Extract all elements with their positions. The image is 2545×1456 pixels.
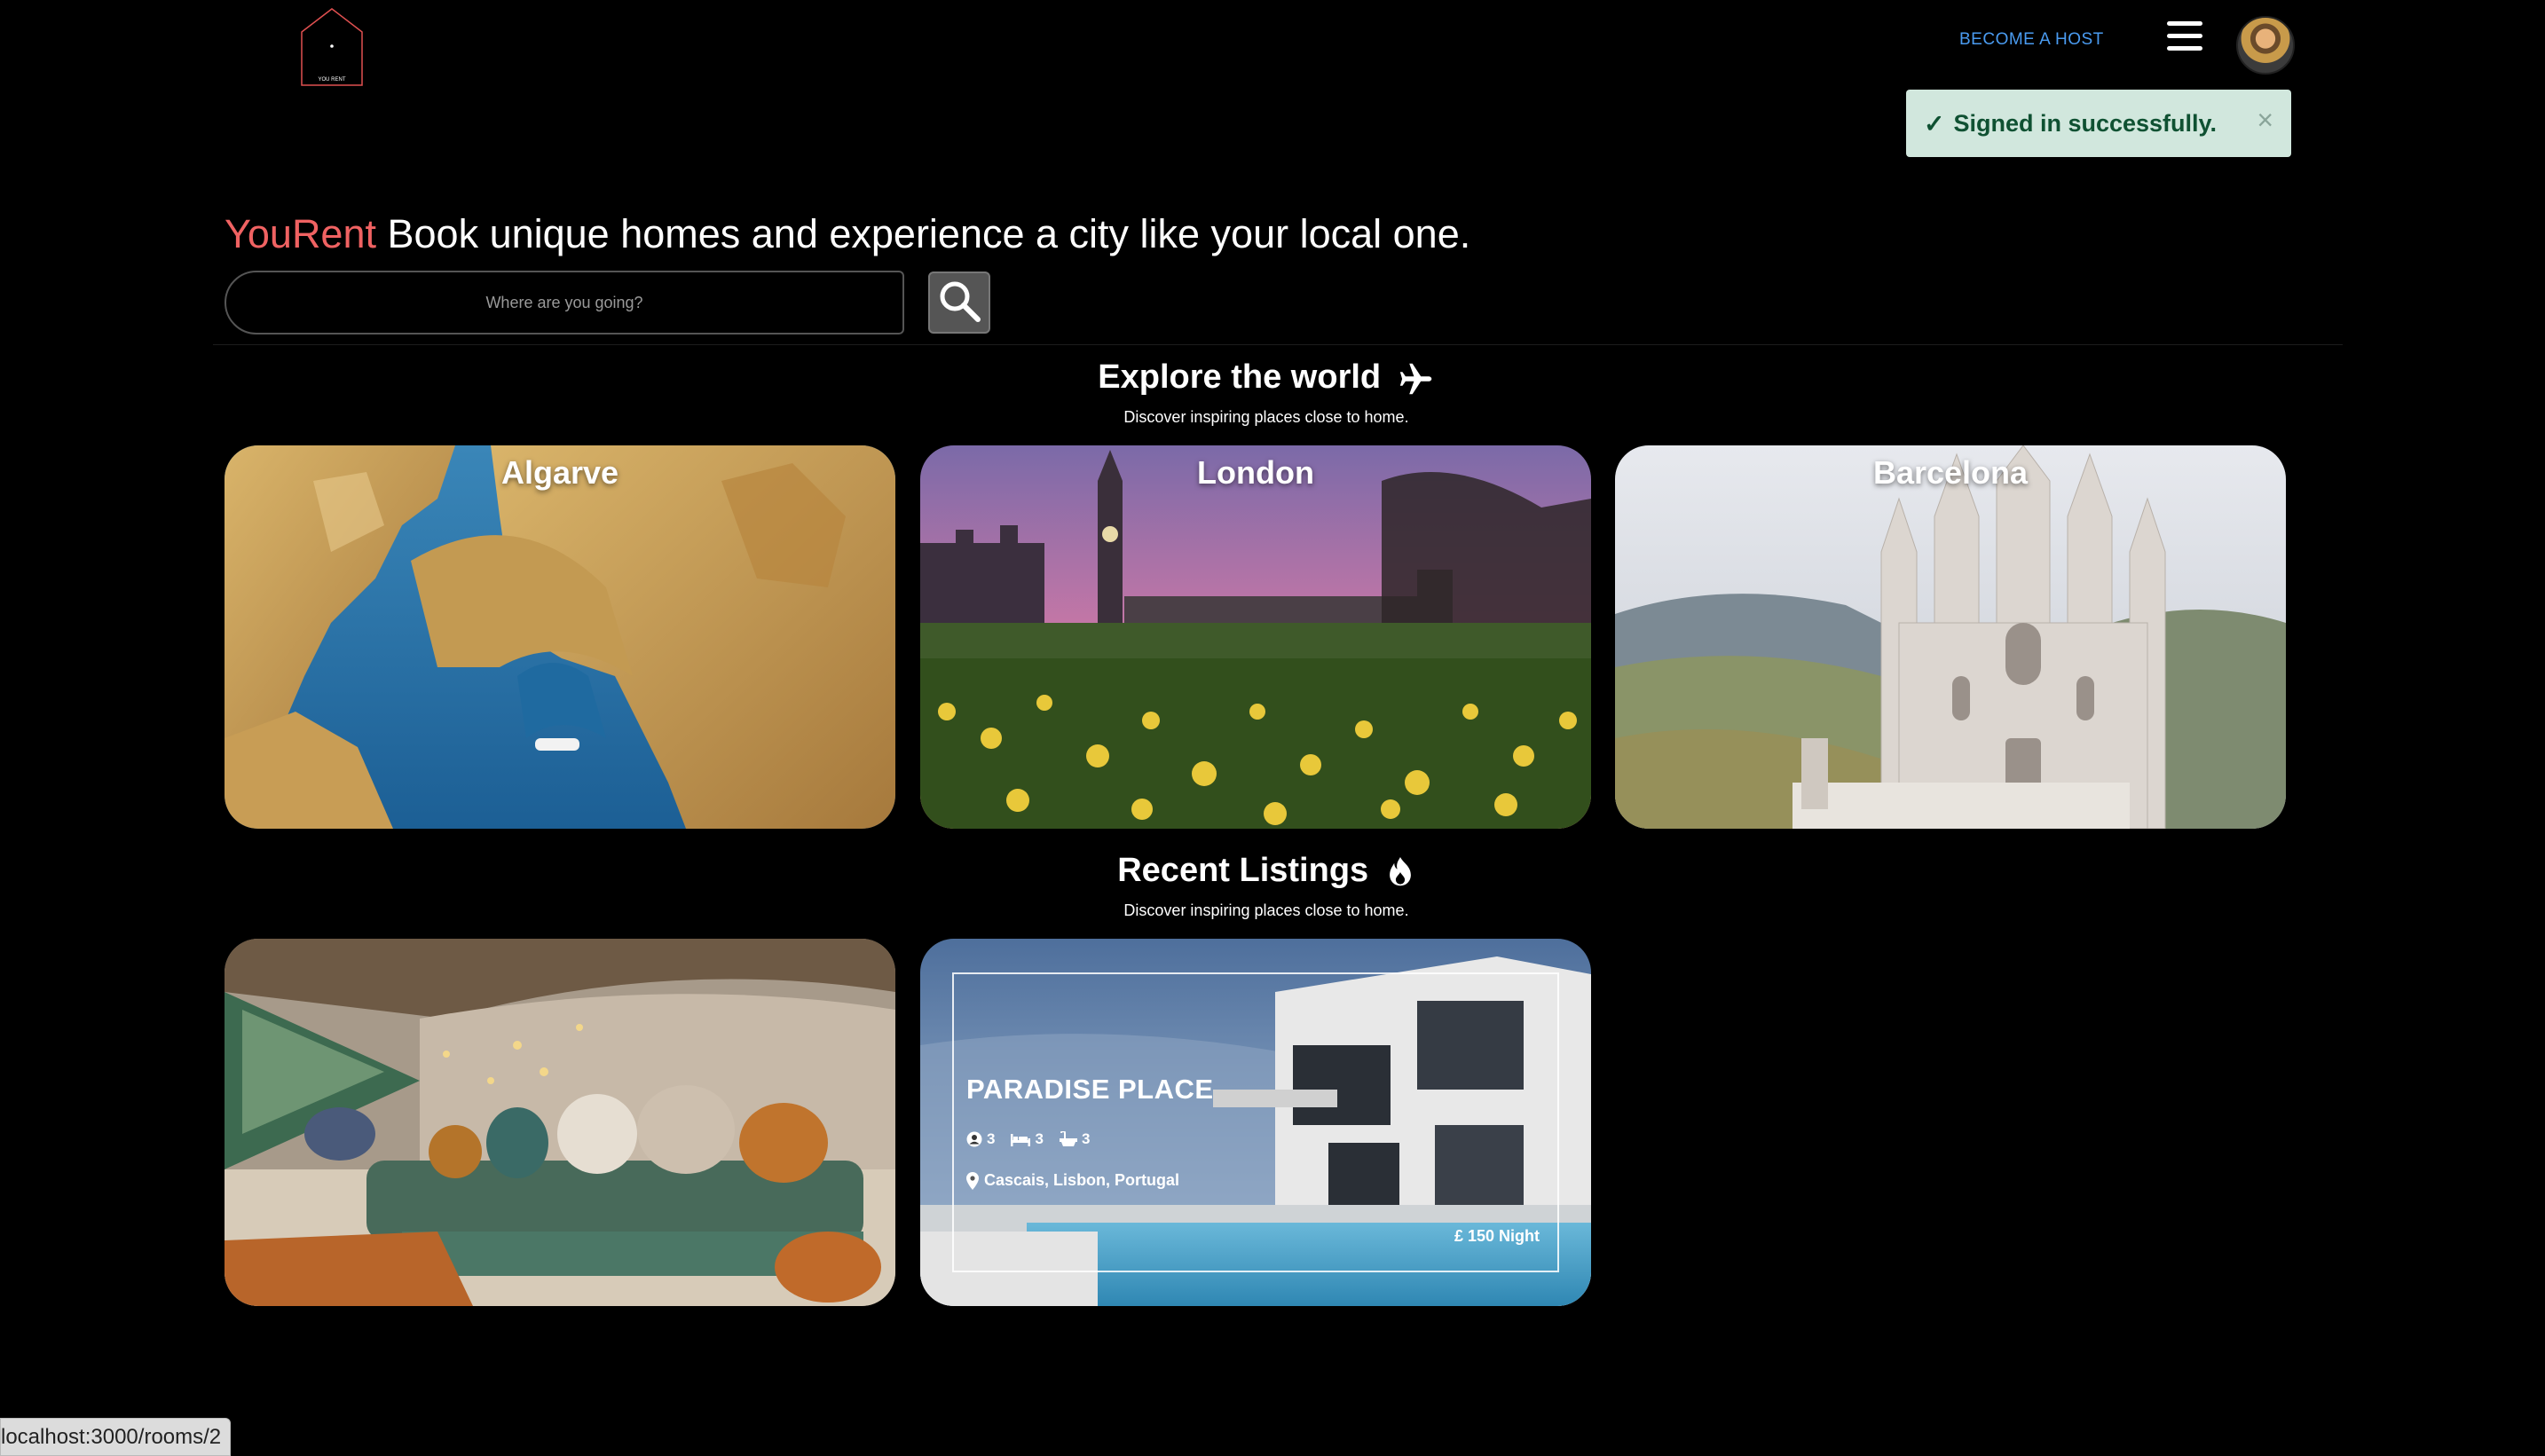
- city-name: London: [1197, 454, 1314, 491]
- user-avatar[interactable]: [2236, 16, 2295, 75]
- city-name: Barcelona: [1872, 454, 2029, 491]
- baths-stat: 3: [1059, 1130, 1091, 1148]
- recent-title-text: Recent Listings: [1117, 852, 1369, 889]
- bath-icon: [1059, 1131, 1077, 1146]
- city-name: Algarve: [500, 454, 619, 491]
- guests-count: 3: [987, 1130, 996, 1147]
- search-input[interactable]: [225, 271, 904, 334]
- recent-subtitle: Discover inspiring places close to home.: [1123, 901, 1409, 919]
- hero-title: YouRent Book unique homes and experience…: [225, 211, 1470, 257]
- recent-title: Recent Listings: [0, 852, 2533, 890]
- guests-stat: 3: [966, 1130, 995, 1148]
- boho-living-room-image: [225, 939, 895, 1306]
- map-pin-icon: [966, 1171, 979, 1190]
- check-icon: ✓: [1924, 109, 1945, 138]
- signin-toast: ✓ Signed in successfully. ×: [1906, 90, 2291, 157]
- airplane-icon: [1399, 363, 1431, 395]
- beds-count: 3: [1035, 1130, 1044, 1147]
- explore-title: Explore the world: [0, 358, 2533, 397]
- search-icon: [940, 281, 981, 322]
- city-card-london[interactable]: London: [920, 445, 1591, 829]
- listing-price: £ 150 Night: [1454, 1227, 1540, 1245]
- london-image: [920, 445, 1591, 829]
- barcelona-image: [1615, 445, 2286, 829]
- hero-tagline: Book unique homes and experience a city …: [376, 211, 1471, 256]
- browser-status-url: localhost:3000/rooms/2: [0, 1418, 232, 1456]
- section-divider: [213, 344, 2343, 345]
- listing-card-2[interactable]: PARADISE PLACE 3 3 3 Cascais, Lisbon, Po…: [920, 939, 1591, 1306]
- toast-close-icon[interactable]: ×: [2257, 104, 2273, 137]
- algarve-image: [225, 445, 895, 829]
- baths-count: 3: [1081, 1130, 1091, 1147]
- fire-icon: [1389, 856, 1411, 886]
- toast-message: Signed in successfully.: [1953, 109, 2218, 137]
- brand-name: YouRent: [225, 211, 376, 256]
- location-text: Cascais, Lisbon, Portugal: [984, 1171, 1180, 1189]
- city-card-barcelona[interactable]: Barcelona: [1615, 445, 2286, 829]
- hamburger-icon[interactable]: [2167, 21, 2202, 51]
- logo[interactable]: YOU RENT: [300, 7, 364, 87]
- house-logo-icon: YOU RENT: [301, 8, 363, 86]
- explore-subtitle: Discover inspiring places close to home.: [1123, 408, 1409, 426]
- bed-icon: [1011, 1134, 1031, 1146]
- beds-stat: 3: [1011, 1130, 1044, 1148]
- listing-card-1[interactable]: [225, 939, 895, 1306]
- listing-location: Cascais, Lisbon, Portugal: [966, 1171, 1179, 1190]
- search-button[interactable]: [928, 272, 990, 334]
- listing-name: PARADISE PLACE: [966, 1074, 1214, 1105]
- logo-text: YOU RENT: [318, 77, 345, 83]
- explore-title-text: Explore the world: [1098, 358, 1382, 396]
- user-circle-icon: [966, 1131, 982, 1147]
- city-card-algarve[interactable]: Algarve: [225, 445, 895, 829]
- become-host-link[interactable]: BECOME A HOST: [1959, 30, 2104, 50]
- listing-stats: 3 3 3: [966, 1130, 1090, 1148]
